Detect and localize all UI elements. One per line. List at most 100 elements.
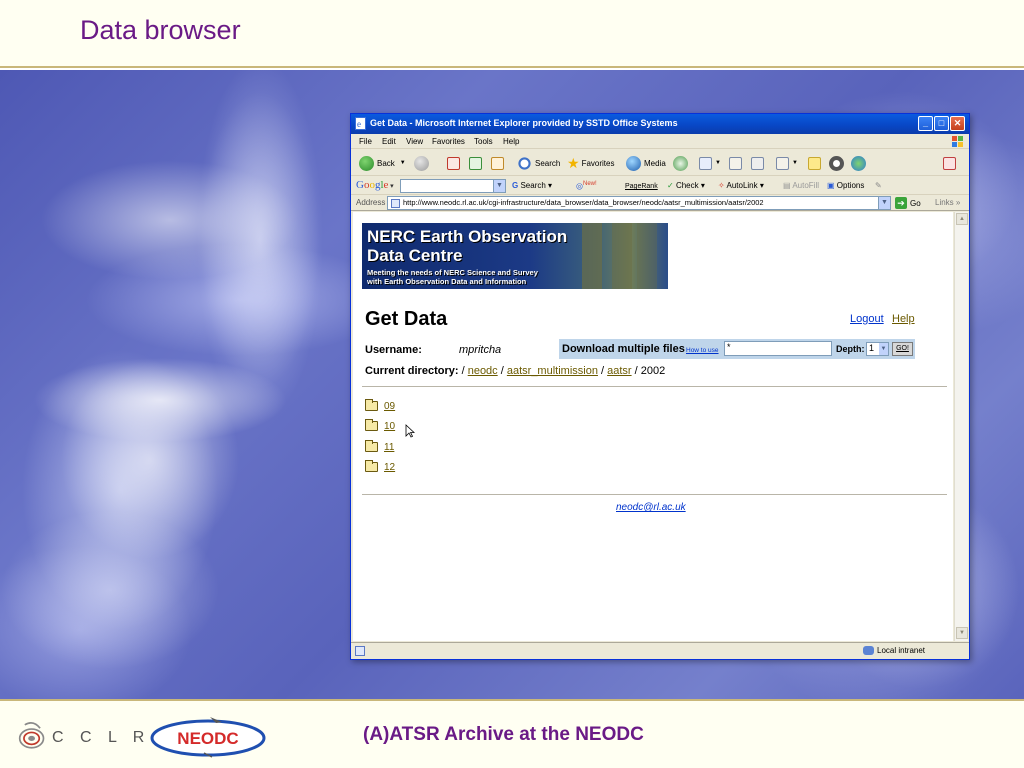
notes-button[interactable]: [808, 154, 824, 172]
divider-top: [362, 386, 947, 387]
zone-label: Local intranet: [877, 646, 926, 655]
folder-item[interactable]: 11: [365, 440, 394, 454]
search-button[interactable]: Search: [517, 154, 560, 172]
folder-link-11[interactable]: 11: [384, 442, 394, 453]
folder-icon: [365, 460, 378, 472]
stop-icon: [447, 156, 460, 170]
slide: Data browser e Get Data - Microsoft Inte…: [0, 0, 1024, 768]
home-button[interactable]: [491, 154, 507, 172]
minimize-button[interactable]: _: [918, 116, 933, 131]
word-button[interactable]: ▼: [776, 154, 798, 172]
mail-button[interactable]: ▼: [699, 154, 721, 172]
go-arrow-icon: ➔: [895, 197, 907, 209]
help-link[interactable]: Help: [892, 313, 915, 325]
go-button[interactable]: ➔ Go: [895, 197, 921, 209]
depth-select[interactable]: 1 ▼: [866, 342, 889, 356]
breadcrumb-aatsr-link[interactable]: aatsr: [607, 365, 631, 377]
folder-link-09[interactable]: 09: [384, 401, 395, 412]
download-go-button[interactable]: GO!: [892, 342, 913, 356]
spell-check-button[interactable]: ✓ Check ▾: [667, 181, 705, 190]
autolink-icon: ✧: [718, 181, 725, 190]
depth-value: 1: [869, 343, 875, 353]
stop-button[interactable]: [447, 154, 463, 172]
highlight-icon[interactable]: ✎: [875, 181, 882, 190]
google-history-dropdown-icon[interactable]: ▼: [493, 180, 505, 192]
menu-view[interactable]: View: [406, 137, 423, 146]
logout-link[interactable]: Logout: [850, 313, 884, 325]
banner-subtitle: Meeting the needs of NERC Science and Su…: [367, 268, 538, 286]
favorites-button[interactable]: ★ Favorites: [567, 154, 614, 172]
maximize-button[interactable]: □: [934, 116, 949, 131]
back-label: Back: [377, 158, 395, 168]
address-dropdown-icon[interactable]: ▼: [878, 197, 890, 209]
folder-item[interactable]: 12: [365, 460, 395, 474]
messenger-button[interactable]: [851, 154, 869, 172]
print-icon: [751, 156, 764, 170]
forward-arrow-icon: [414, 155, 429, 171]
google-search-input[interactable]: ▼: [400, 179, 506, 193]
slide-header: Data browser: [0, 0, 1024, 68]
forward-button[interactable]: [414, 154, 432, 172]
folder-icon: [365, 399, 378, 411]
page-icon: [391, 199, 400, 208]
autofill-button[interactable]: ▤ AutoFill: [783, 181, 819, 190]
autolink-button[interactable]: ✧ AutoLink ▾: [718, 181, 764, 190]
scroll-up-icon[interactable]: ▲: [956, 213, 968, 225]
folder-link-12[interactable]: 12: [384, 462, 395, 473]
research-button[interactable]: [943, 154, 959, 172]
autofill-icon: ▤: [783, 181, 791, 190]
block-button[interactable]: [829, 154, 847, 172]
menu-edit[interactable]: Edit: [382, 137, 396, 146]
security-zone: Local intranet: [863, 646, 925, 655]
standard-toolbar: Back ▼ Search ★ Favorites Media ▼ ▼: [351, 150, 969, 176]
links-toolbar[interactable]: Links »: [935, 198, 960, 207]
google-logo[interactable]: Google ▾: [356, 179, 394, 191]
edit-page-button[interactable]: [729, 154, 745, 172]
vertical-scrollbar[interactable]: ▲ ▼: [954, 212, 968, 641]
title-bar[interactable]: e Get Data - Microsoft Internet Explorer…: [351, 114, 969, 134]
edit-icon: [729, 156, 742, 170]
google-search-button[interactable]: G Search ▾: [512, 181, 552, 190]
close-button[interactable]: ✕: [950, 116, 965, 131]
breadcrumb-neodc-link[interactable]: neodc: [468, 365, 498, 377]
refresh-button[interactable]: [469, 154, 485, 172]
folder-item[interactable]: 10: [365, 419, 395, 433]
research-icon: [943, 156, 956, 170]
google-news-button[interactable]: ◎New!: [576, 181, 597, 191]
check-icon: ✓: [667, 181, 674, 190]
google-search-label: Search: [520, 181, 546, 190]
username-label: Username:: [365, 344, 422, 356]
menu-file[interactable]: File: [359, 137, 372, 146]
media-button[interactable]: Media: [626, 154, 666, 172]
page-content: NERC Earth Observation Data Centre Meeti…: [353, 212, 953, 641]
go-label: Go: [910, 198, 921, 208]
dir-separator: /: [497, 365, 507, 377]
folder-link-10[interactable]: 10: [384, 421, 395, 432]
file-pattern-input[interactable]: *: [724, 341, 832, 356]
neodc-banner-image: NERC Earth Observation Data Centre Meeti…: [362, 223, 668, 289]
options-label: Options: [836, 181, 865, 190]
slide-footer: C C L R C NEODC (A)ATSR Archive at the N…: [0, 699, 1024, 768]
breadcrumb-multimission-link[interactable]: aatsr_multimission: [507, 365, 598, 377]
options-button[interactable]: ▣ Options: [827, 181, 864, 190]
depth-label: Depth:: [836, 344, 865, 354]
back-button[interactable]: Back ▼: [359, 154, 406, 172]
page-status-icon: [355, 646, 365, 656]
address-label: Address: [356, 198, 386, 207]
menu-bar: File Edit View Favorites Tools Help: [351, 134, 969, 149]
menu-tools[interactable]: Tools: [474, 137, 493, 146]
back-dropdown-icon: ▼: [399, 160, 406, 166]
folder-item[interactable]: 09: [365, 399, 395, 413]
pagerank-indicator[interactable]: PageRank: [625, 181, 658, 190]
media-icon: [626, 155, 641, 171]
menu-favorites[interactable]: Favorites: [432, 137, 465, 146]
address-input[interactable]: http://www.neodc.rl.ac.uk/cgi-infrastruc…: [387, 196, 891, 210]
intranet-icon: [863, 646, 874, 655]
history-button[interactable]: [673, 154, 691, 172]
scroll-down-icon[interactable]: ▼: [956, 627, 968, 639]
how-to-use-link[interactable]: How to use: [686, 347, 719, 354]
status-bar: Local intranet: [351, 642, 969, 659]
print-button[interactable]: [751, 154, 767, 172]
contact-email-link[interactable]: neodc@rl.ac.uk: [616, 502, 686, 513]
menu-help[interactable]: Help: [503, 137, 519, 146]
